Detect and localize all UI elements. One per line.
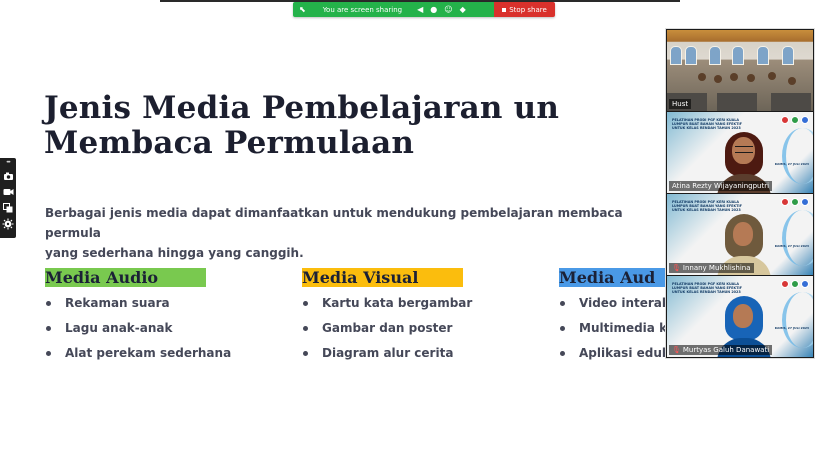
left-floating-toolbar: ••• xyxy=(0,158,16,238)
logo-icon xyxy=(801,280,809,288)
slide-intro-line-1: Berbagai jenis media dapat dimanfaatkan … xyxy=(45,206,623,240)
participant-face xyxy=(733,222,753,246)
media-visual-section: Media Visual Kartu kata bergambar Gambar… xyxy=(302,268,472,370)
camera-icon-svg xyxy=(3,172,13,180)
media-visual-item: Gambar dan poster xyxy=(302,320,472,345)
classroom-window xyxy=(670,46,682,65)
classroom-desk xyxy=(771,93,811,111)
speaker-icon[interactable]: ◀ xyxy=(417,5,423,14)
background-wave-decoration xyxy=(782,210,813,266)
classroom-desk xyxy=(717,93,757,111)
media-visual-item: Diagram alur cerita xyxy=(302,345,472,370)
participant-head xyxy=(730,73,738,81)
stop-square-icon xyxy=(502,7,507,12)
stop-share-button[interactable]: Stop share xyxy=(494,2,555,17)
logo-icon xyxy=(791,198,799,206)
background-wave-decoration xyxy=(782,128,813,184)
microphone-muted-icon: 🎙 xyxy=(672,264,681,272)
media-audio-list: Rekaman suara Lagu anak-anak Alat pereka… xyxy=(45,295,231,370)
participant-video-tile[interactable]: PELATIHAN PRODI PGF KERI KUALA LUMPUR BU… xyxy=(667,276,813,357)
emoji-icon[interactable]: ☺ xyxy=(444,5,452,14)
media-audio-item: Alat perekam sederhana xyxy=(45,345,231,370)
virtual-background-date: KAMIS, 27 JULI 2023 xyxy=(774,162,809,166)
logo-icon xyxy=(791,116,799,124)
participant-head xyxy=(747,74,755,82)
screen-share-bar: ⬉ You are screen sharing ◀ ● ☺ ◆ Stop sh… xyxy=(293,2,555,17)
layout-icon-svg xyxy=(2,203,12,213)
media-audio-section: Media Audio Rekaman suara Lagu anak-anak… xyxy=(45,268,231,370)
classroom-window xyxy=(685,46,697,65)
layout-icon[interactable] xyxy=(2,202,14,214)
arrow-icon[interactable]: ⬉ xyxy=(299,5,306,14)
settings-icon-svg xyxy=(2,218,14,230)
virtual-background-banner-text: PELATIHAN PRODI PGF KERI KUALA LUMPUR BU… xyxy=(672,282,742,294)
screen-share-view: ⬉ You are screen sharing ◀ ● ☺ ◆ Stop sh… xyxy=(0,0,825,466)
participant-head xyxy=(714,75,722,83)
glasses-icon xyxy=(735,146,753,153)
video-camera-icon-svg xyxy=(3,189,13,195)
participant-head xyxy=(788,77,796,85)
drag-handle-icon[interactable]: ••• xyxy=(6,160,10,166)
participant-name-label: 🎙 Innany Mukhlishina xyxy=(669,263,754,273)
virtual-background-logos xyxy=(781,198,809,206)
virtual-background-date: KAMIS, 27 JULI 2023 xyxy=(774,326,809,330)
media-audio-heading: Media Audio xyxy=(45,268,206,287)
media-visual-list: Kartu kata bergambar Gambar dan poster D… xyxy=(302,295,472,370)
microphone-muted-icon: 🎙 xyxy=(672,346,681,354)
virtual-background-date: KAMIS, 27 JULI 2023 xyxy=(774,244,809,248)
shield-icon[interactable]: ◆ xyxy=(460,5,466,14)
settings-icon[interactable] xyxy=(2,218,14,230)
camera-icon[interactable] xyxy=(2,170,14,182)
virtual-background-banner-text: PELATIHAN PRODI PGF KERI KUALA LUMPUR BU… xyxy=(672,200,742,212)
participant-head xyxy=(768,72,776,80)
logo-icon xyxy=(801,198,809,206)
classroom-window xyxy=(709,46,721,65)
participant-video-tile[interactable]: PELATIHAN PRODI PGF KERI KUALA LUMPUR BU… xyxy=(667,112,813,193)
screen-share-status-area: ⬉ You are screen sharing ◀ ● ☺ ◆ xyxy=(293,2,494,17)
stop-share-label: Stop share xyxy=(509,5,547,14)
participant-face xyxy=(733,304,753,328)
microphone-icon[interactable]: ● xyxy=(430,5,437,14)
screen-share-status-text: You are screen sharing xyxy=(322,5,403,14)
background-wave-decoration xyxy=(782,292,813,348)
classroom-window xyxy=(782,46,794,65)
virtual-background-banner-text: PELATIHAN PRODI PGF KERI KUALA LUMPUR BU… xyxy=(672,118,742,130)
video-camera-icon[interactable] xyxy=(2,186,14,198)
slide-intro: Berbagai jenis media dapat dimanfaatkan … xyxy=(45,203,675,263)
media-visual-heading: Media Visual xyxy=(302,268,463,287)
logo-icon xyxy=(781,280,789,288)
classroom-window xyxy=(732,46,744,65)
participant-name-label: 🎙 Murtyas Galuh Danawati xyxy=(669,345,773,355)
logo-icon xyxy=(781,116,789,124)
participant-name-text: Innany Mukhlishina xyxy=(682,264,751,272)
logo-icon xyxy=(791,280,799,288)
participant-name-text: Murtyas Galuh Danawati xyxy=(682,346,770,354)
media-visual-item: Kartu kata bergambar xyxy=(302,295,472,320)
virtual-background-logos xyxy=(781,116,809,124)
media-audio-item: Lagu anak-anak xyxy=(45,320,231,345)
host-tile-label: Hust xyxy=(669,99,692,109)
participant-name-label: Atina Rezty Wijayaningputri xyxy=(669,181,773,191)
host-video-tile[interactable]: Hust xyxy=(667,30,813,111)
participant-video-panel: Hust PELATIHAN PRODI PGF KERI KUALA LUMP… xyxy=(665,28,815,359)
participant-video-tile[interactable]: PELATIHAN PRODI PGF KERI KUALA LUMPUR BU… xyxy=(667,194,813,275)
logo-icon xyxy=(781,198,789,206)
classroom-window xyxy=(757,46,769,65)
logo-icon xyxy=(801,116,809,124)
participant-head xyxy=(698,73,706,81)
slide-intro-line-2: yang sederhana hingga yang canggih. xyxy=(45,246,304,260)
virtual-background-logos xyxy=(781,280,809,288)
media-audio-item: Rekaman suara xyxy=(45,295,231,320)
